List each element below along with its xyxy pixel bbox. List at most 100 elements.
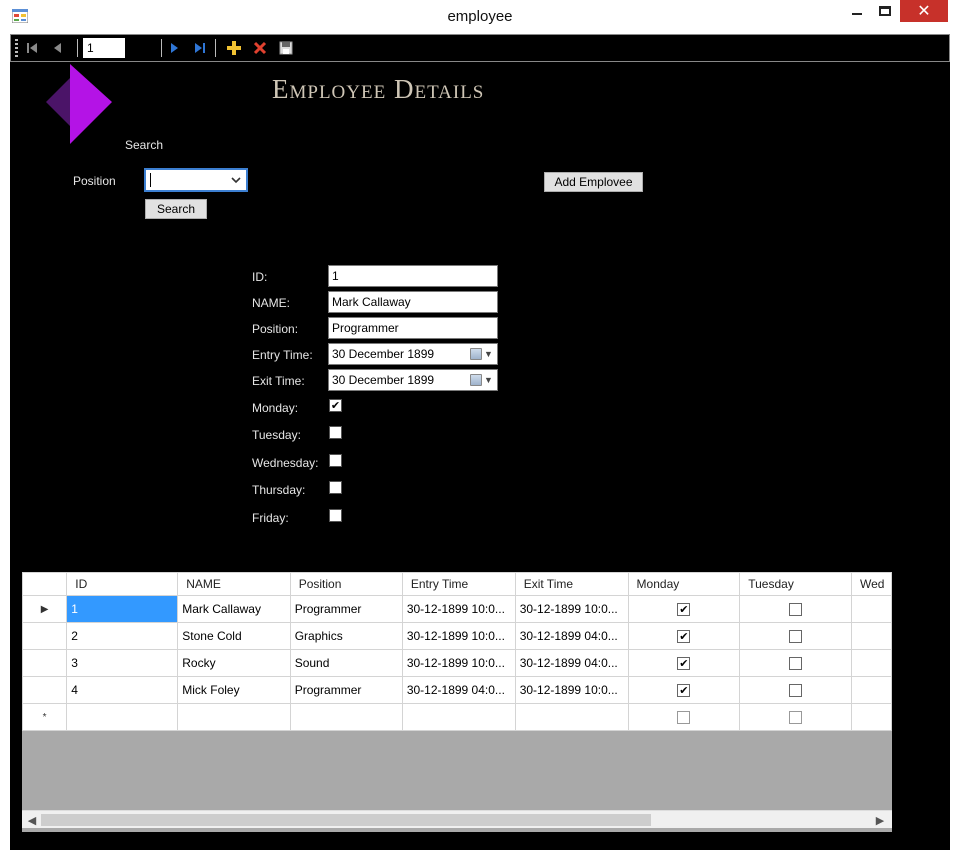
thursday-checkbox[interactable]: [329, 481, 342, 494]
calendar-dropdown-icon[interactable]: ▼: [470, 373, 494, 387]
cell-position[interactable]: Programmer: [289, 676, 403, 704]
cell-tuesday[interactable]: [739, 622, 852, 650]
column-header-position[interactable]: Position: [289, 572, 403, 596]
entry-time-picker[interactable]: 30 December 1899 ▼: [328, 343, 498, 365]
employee-data-grid[interactable]: ID NAME Position Entry Time Exit Time Mo…: [22, 572, 892, 832]
new-row-checkbox-cell[interactable]: [627, 703, 741, 731]
move-first-icon[interactable]: [23, 39, 41, 57]
cell-wednesday[interactable]: [851, 649, 892, 677]
exit-time-picker[interactable]: 30 December 1899 ▼: [328, 369, 498, 391]
checkbox-icon[interactable]: ✔: [677, 657, 691, 671]
checkbox-icon[interactable]: [789, 603, 803, 617]
cell-position[interactable]: Graphics: [289, 622, 403, 650]
column-header-name[interactable]: NAME: [177, 572, 291, 596]
maximize-button[interactable]: [870, 0, 900, 22]
cell-monday[interactable]: ✔: [627, 622, 741, 650]
scrollbar-thumb[interactable]: [41, 814, 651, 826]
cell-monday[interactable]: ✔: [627, 595, 741, 623]
move-next-icon[interactable]: [165, 39, 183, 57]
new-row-cell[interactable]: [177, 703, 291, 731]
cell-exit-time[interactable]: 30-12-1899 10:0...: [514, 676, 629, 704]
checkbox-icon[interactable]: [789, 657, 803, 671]
cell-exit-time[interactable]: 30-12-1899 04:0...: [514, 649, 629, 677]
checkbox-icon[interactable]: [789, 630, 803, 644]
search-button[interactable]: Search: [145, 199, 207, 219]
delete-icon[interactable]: [251, 39, 269, 57]
minimize-button[interactable]: [842, 0, 872, 22]
toolbar-grip-icon[interactable]: [15, 39, 18, 57]
cell-wednesday[interactable]: [851, 622, 892, 650]
cell-entry-time[interactable]: 30-12-1899 04:0...: [401, 676, 516, 704]
new-row-cell[interactable]: [851, 703, 892, 731]
new-row-indicator-icon[interactable]: *: [22, 703, 68, 731]
checkbox-icon[interactable]: [789, 684, 803, 698]
cell-id[interactable]: 1: [66, 595, 179, 623]
calendar-dropdown-icon[interactable]: ▼: [470, 347, 494, 361]
checkbox-icon[interactable]: [677, 711, 691, 725]
checkbox-icon[interactable]: ✔: [677, 630, 691, 644]
move-previous-icon[interactable]: [49, 39, 67, 57]
new-row-cell[interactable]: [514, 703, 629, 731]
cell-name[interactable]: Mick Foley: [177, 676, 291, 704]
position-item-input[interactable]: [83, 38, 125, 58]
column-header-entry-time[interactable]: Entry Time: [401, 572, 516, 596]
cell-exit-time[interactable]: 30-12-1899 04:0...: [514, 622, 629, 650]
column-header-id[interactable]: ID: [66, 572, 179, 596]
cell-name[interactable]: Rocky: [177, 649, 291, 677]
cell-id[interactable]: 2: [66, 622, 179, 650]
add-new-icon[interactable]: [225, 39, 243, 57]
add-employee-button[interactable]: Add Emplovee: [544, 172, 643, 192]
cell-monday[interactable]: ✔: [627, 649, 741, 677]
chevron-down-icon[interactable]: [231, 171, 241, 189]
scroll-right-icon[interactable]: ▶: [872, 812, 888, 828]
cell-tuesday[interactable]: [739, 649, 852, 677]
checkbox-icon[interactable]: ✔: [677, 603, 691, 617]
cell-id[interactable]: 4: [66, 676, 179, 704]
row-header[interactable]: [22, 649, 68, 677]
cell-entry-time[interactable]: 30-12-1899 10:0...: [401, 649, 516, 677]
monday-checkbox[interactable]: ✔: [329, 399, 342, 412]
row-header[interactable]: [22, 676, 68, 704]
cell-entry-time[interactable]: 30-12-1899 10:0...: [401, 622, 516, 650]
current-row-indicator-icon[interactable]: ▶: [22, 595, 68, 623]
row-header-corner[interactable]: [22, 572, 68, 596]
cell-tuesday[interactable]: [739, 676, 852, 704]
table-row[interactable]: 2 Stone Cold Graphics 30-12-1899 10:0... 30-…: [22, 622, 892, 650]
cell-name[interactable]: Stone Cold: [177, 622, 291, 650]
scroll-left-icon[interactable]: ◀: [24, 812, 40, 828]
table-row[interactable]: 3 Rocky Sound 30-12-1899 10:0... 30-12-1899 …: [22, 649, 892, 677]
table-row[interactable]: 4 Mick Foley Programmer 30-12-1899 04:0... 3…: [22, 676, 892, 704]
checkbox-icon[interactable]: ✔: [677, 684, 691, 698]
column-header-monday[interactable]: Monday: [627, 572, 741, 596]
friday-checkbox[interactable]: [329, 509, 342, 522]
new-row-cell[interactable]: [289, 703, 403, 731]
column-header-tuesday[interactable]: Tuesday: [739, 572, 852, 596]
row-header[interactable]: [22, 622, 68, 650]
cell-monday[interactable]: ✔: [627, 676, 741, 704]
cell-tuesday[interactable]: [739, 595, 852, 623]
column-header-exit-time[interactable]: Exit Time: [514, 572, 629, 596]
checkbox-icon[interactable]: [789, 711, 803, 725]
name-field[interactable]: Mark Callaway: [328, 291, 498, 313]
move-last-icon[interactable]: [191, 39, 209, 57]
table-row[interactable]: ▶ 1 Mark Callaway Programmer 30-12-1899 10:0…: [22, 595, 892, 623]
position-filter-combobox[interactable]: [144, 168, 248, 192]
cell-name[interactable]: Mark Callaway: [177, 595, 291, 623]
cell-entry-time[interactable]: 30-12-1899 10:0...: [401, 595, 516, 623]
wednesday-checkbox[interactable]: [329, 454, 342, 467]
close-button[interactable]: ✕: [900, 0, 948, 22]
cell-wednesday[interactable]: [851, 676, 892, 704]
save-icon[interactable]: [277, 39, 295, 57]
cell-position[interactable]: Sound: [289, 649, 403, 677]
cell-exit-time[interactable]: 30-12-1899 10:0...: [514, 595, 629, 623]
cell-position[interactable]: Programmer: [289, 595, 403, 623]
tuesday-checkbox[interactable]: [329, 426, 342, 439]
cell-id[interactable]: 3: [66, 649, 179, 677]
new-row[interactable]: *: [22, 703, 892, 731]
new-row-cell[interactable]: [401, 703, 516, 731]
id-field[interactable]: 1: [328, 265, 498, 287]
column-header-wednesday[interactable]: Wed: [851, 572, 892, 596]
horizontal-scrollbar[interactable]: ◀ ▶: [22, 810, 892, 828]
new-row-checkbox-cell[interactable]: [739, 703, 852, 731]
new-row-cell[interactable]: [66, 703, 179, 731]
